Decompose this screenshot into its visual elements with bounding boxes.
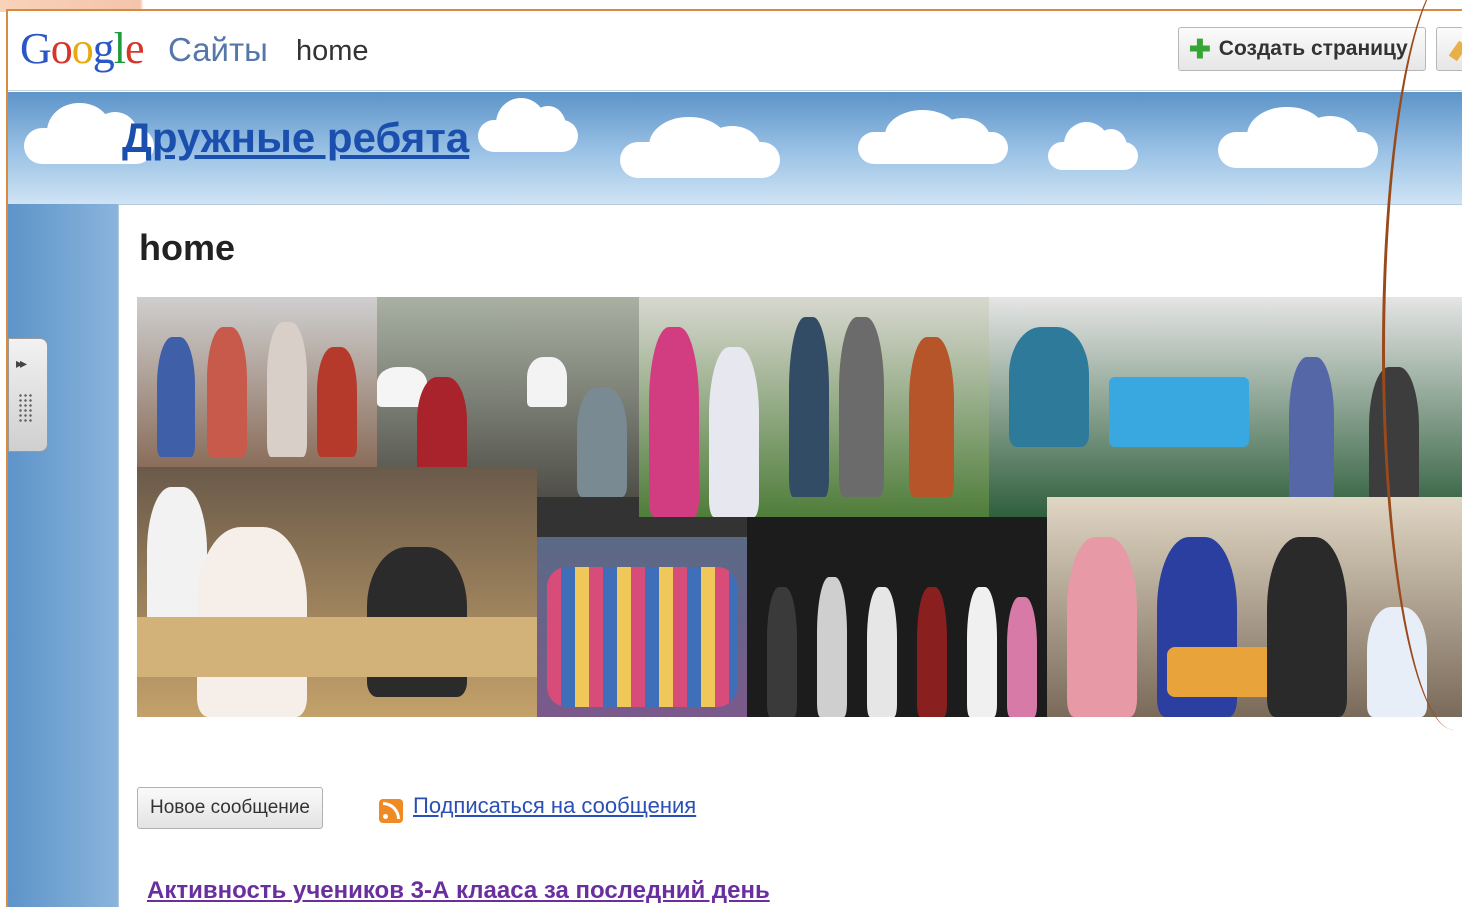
slide-frame	[6, 9, 1462, 907]
